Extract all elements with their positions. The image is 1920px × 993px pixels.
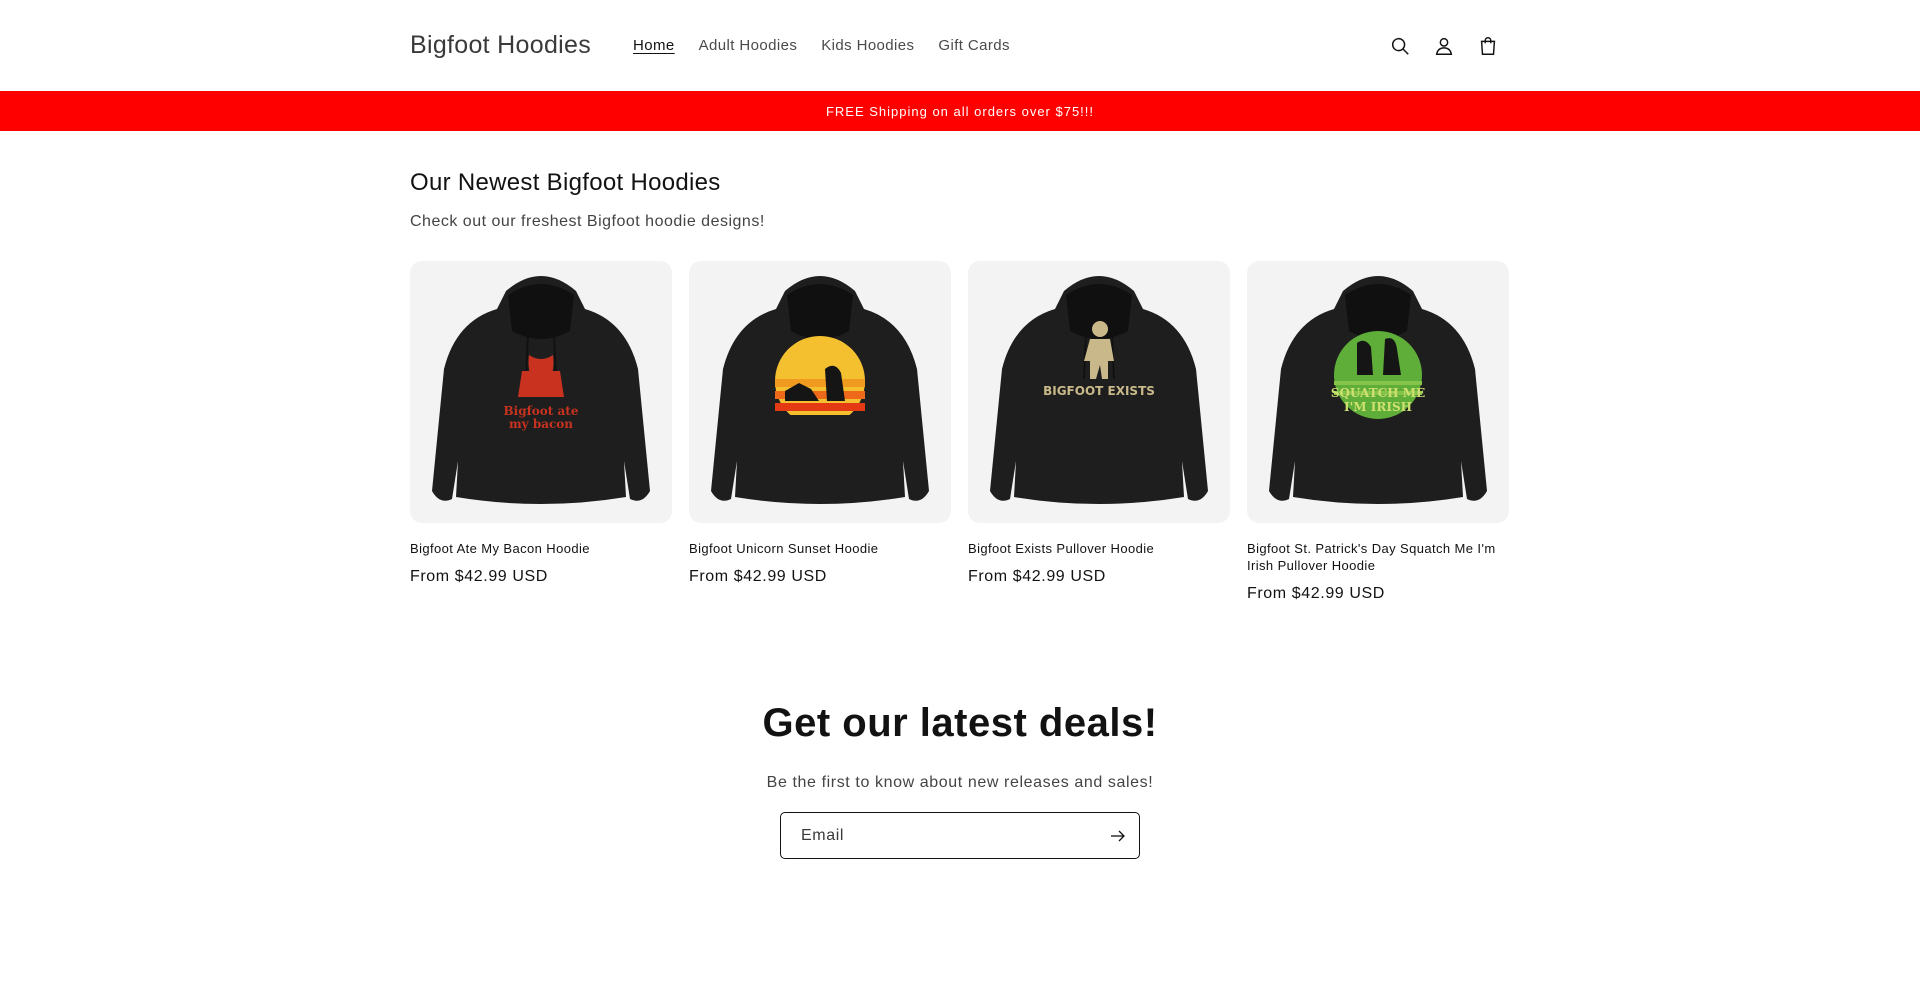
email-input[interactable] bbox=[801, 826, 1107, 845]
nav-adult-hoodies[interactable]: Adult Hoodies bbox=[699, 37, 798, 54]
hoodie-image bbox=[711, 276, 929, 504]
hoodie-image: Bigfoot ate my bacon bbox=[432, 276, 650, 504]
nav-kids-hoodies[interactable]: Kids Hoodies bbox=[821, 37, 914, 54]
product-title[interactable]: Bigfoot Ate My Bacon Hoodie bbox=[410, 540, 672, 557]
product-title[interactable]: Bigfoot Exists Pullover Hoodie bbox=[968, 540, 1230, 557]
nav-gift-cards[interactable]: Gift Cards bbox=[938, 37, 1010, 54]
product-title[interactable]: Bigfoot Unicorn Sunset Hoodie bbox=[689, 540, 951, 557]
arrow-right-icon[interactable] bbox=[1107, 825, 1129, 847]
collection-subtitle: Check out our freshest Bigfoot hoodie de… bbox=[410, 213, 765, 230]
header-icons bbox=[1378, 0, 1510, 91]
main-nav: Home Adult Hoodies Kids Hoodies Gift Car… bbox=[621, 37, 1022, 54]
hoodie-image: SQUATCH ME I'M IRISH bbox=[1269, 276, 1487, 504]
cart-icon[interactable] bbox=[1466, 24, 1510, 68]
store-logo[interactable]: Bigfoot Hoodies bbox=[410, 31, 591, 60]
announcement-bar: FREE Shipping on all orders over $75!!! bbox=[0, 91, 1920, 131]
product-price: From $42.99 USD bbox=[410, 568, 548, 585]
print-line-1: BIGFOOT EXISTS bbox=[1043, 384, 1155, 398]
product-card[interactable]: SQUATCH ME I'M IRISH Bigfoot St. Patrick… bbox=[1247, 261, 1509, 603]
product-image[interactable]: BIGFOOT EXISTS bbox=[968, 261, 1230, 523]
email-form bbox=[780, 812, 1140, 859]
product-card[interactable]: BIGFOOT EXISTS Bigfoot Exists Pullover H… bbox=[968, 261, 1230, 603]
product-price: From $42.99 USD bbox=[689, 568, 827, 585]
collection-title: Our Newest Bigfoot Hoodies bbox=[410, 169, 721, 196]
featured-collection: Our Newest Bigfoot Hoodies Check out our… bbox=[0, 131, 1920, 603]
print-line-2: I'M IRISH bbox=[1344, 400, 1412, 414]
newsletter-section: Get our latest deals! Be the first to kn… bbox=[0, 701, 1920, 859]
print-line-1: SQUATCH ME bbox=[1331, 386, 1425, 400]
print-line-1: Bigfoot ate bbox=[504, 404, 579, 418]
hoodie-image: BIGFOOT EXISTS bbox=[990, 276, 1208, 504]
product-image[interactable]: Bigfoot ate my bacon bbox=[410, 261, 672, 523]
product-price: From $42.99 USD bbox=[968, 568, 1106, 585]
product-grid: Bigfoot ate my bacon Bigfoot Ate My Baco… bbox=[410, 261, 1510, 603]
nav-home[interactable]: Home bbox=[633, 37, 675, 54]
search-icon[interactable] bbox=[1378, 24, 1422, 68]
product-image[interactable] bbox=[689, 261, 951, 523]
product-image[interactable]: SQUATCH ME I'M IRISH bbox=[1247, 261, 1509, 523]
product-card[interactable]: Bigfoot ate my bacon Bigfoot Ate My Baco… bbox=[410, 261, 672, 603]
print-line-2: my bacon bbox=[509, 417, 573, 431]
product-title[interactable]: Bigfoot St. Patrick's Day Squatch Me I'm… bbox=[1247, 540, 1509, 574]
account-icon[interactable] bbox=[1422, 24, 1466, 68]
product-price: From $42.99 USD bbox=[1247, 585, 1385, 602]
product-card[interactable]: Bigfoot Unicorn Sunset Hoodie From $42.9… bbox=[689, 261, 951, 603]
site-header: Bigfoot Hoodies Home Adult Hoodies Kids … bbox=[0, 0, 1920, 91]
newsletter-title: Get our latest deals! bbox=[762, 701, 1158, 745]
newsletter-text: Be the first to know about new releases … bbox=[766, 774, 1154, 791]
announcement-text: FREE Shipping on all orders over $75!!! bbox=[825, 103, 1095, 119]
